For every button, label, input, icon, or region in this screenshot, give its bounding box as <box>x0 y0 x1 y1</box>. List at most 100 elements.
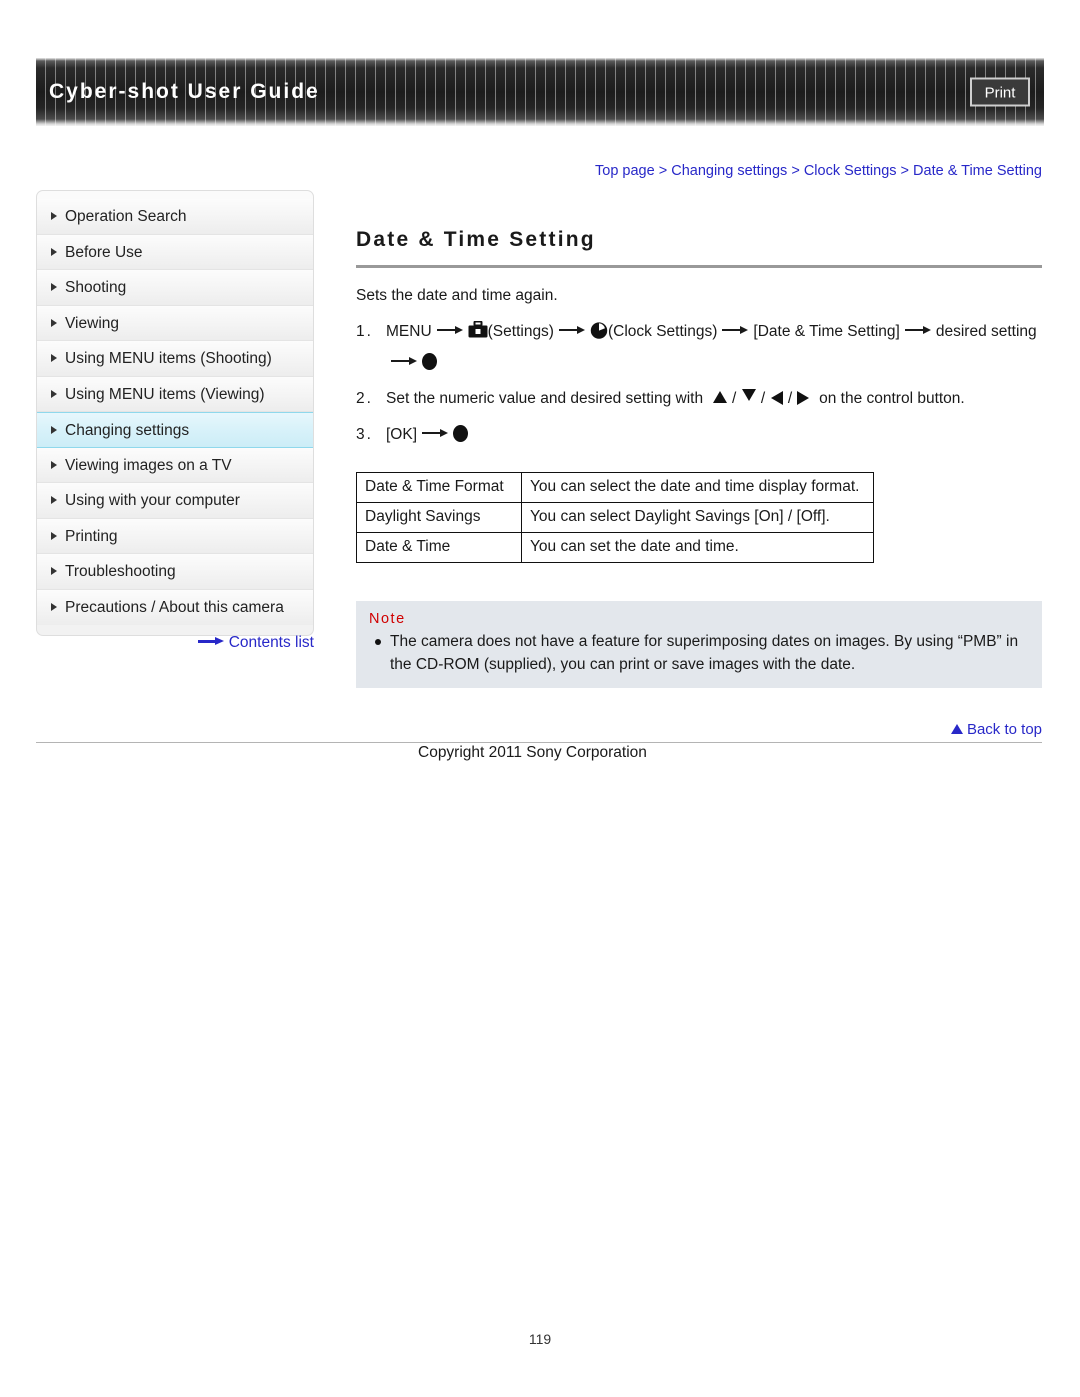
step-text: [Date & Time Setting] <box>753 323 900 340</box>
sidebar-item-viewing-images-on-a-tv[interactable]: Viewing images on a TV <box>37 447 313 483</box>
chevron-right-icon <box>51 567 57 576</box>
sidebar-item-troubleshooting[interactable]: Troubleshooting <box>37 554 313 590</box>
left-triangle-icon <box>770 391 783 405</box>
up-triangle-icon <box>712 391 727 403</box>
center-button-icon <box>453 425 469 442</box>
center-button-icon <box>422 353 437 370</box>
step-1: 1. MENU (Settings) (Clock Settings) [Date & … <box>356 318 1046 377</box>
chevron-right-icon <box>51 354 57 363</box>
arrow-right-icon <box>391 356 417 366</box>
chevron-right-icon <box>51 531 57 540</box>
sidebar-item-changing-settings[interactable]: Changing settings <box>37 412 313 448</box>
sidebar-nav: Operation Search Before Use Shooting Vie… <box>36 190 314 636</box>
arrow-right-icon <box>436 325 463 335</box>
copyright-text: Copyright 2011 Sony Corporation <box>418 744 647 761</box>
app-header-banner: Cyber-shot User Guide Print <box>36 58 1044 126</box>
arrow-right-icon <box>558 325 585 335</box>
step-text: desired setting <box>935 323 1037 340</box>
chevron-right-icon <box>51 247 57 256</box>
page-number: 119 <box>528 1331 552 1347</box>
step-number: 2. <box>356 390 373 407</box>
right-triangle-icon <box>797 391 810 405</box>
sidebar-item-label: Before Use <box>65 243 143 261</box>
sidebar-item-operation-search[interactable]: Operation Search <box>37 199 313 235</box>
sidebar-item-shooting[interactable]: Shooting <box>37 270 313 306</box>
clock-settings-icon <box>590 321 608 349</box>
arrow-right-icon <box>422 428 449 438</box>
print-button[interactable]: Print <box>970 77 1030 107</box>
note-list-item: The camera does not have a feature for s… <box>375 630 1026 676</box>
chevron-right-icon <box>51 603 57 612</box>
breadcrumb-item-date-time-setting[interactable]: Date & Time Setting <box>913 163 1042 179</box>
step-3: 3. [OK] <box>356 421 1046 449</box>
breadcrumb: Top page > Changing settings > Clock Set… <box>356 163 1042 179</box>
table-cell-value: You can select the date and time display… <box>521 472 874 503</box>
table-cell-value: You can set the date and time. <box>521 532 874 563</box>
contents-list-link[interactable]: Contents list <box>36 634 314 652</box>
sidebar-item-label: Using with your computer <box>65 492 240 509</box>
step-number: 3. <box>356 426 373 443</box>
arrow-right-icon <box>197 637 224 646</box>
table-row: Date & Time Format You can select the da… <box>356 472 874 503</box>
arrow-right-icon <box>722 325 749 335</box>
step-text: (Settings) <box>487 323 554 340</box>
steps-list: 1. MENU (Settings) (Clock Settings) [Date & … <box>356 318 1046 457</box>
step-text: MENU <box>386 323 432 340</box>
sidebar-item-viewing[interactable]: Viewing <box>37 305 313 341</box>
settings-table: Date & Time Format You can select the da… <box>356 472 874 563</box>
intro-text: Sets the date and time again. <box>356 287 558 304</box>
note-box: Note The camera does not have a feature … <box>356 601 1042 688</box>
sidebar-item-label: Using MENU items (Shooting) <box>65 350 272 367</box>
breadcrumb-item-clock-settings[interactable]: Clock Settings <box>804 163 897 179</box>
triangle-up-icon <box>950 724 963 734</box>
chevron-right-icon <box>51 283 57 292</box>
sidebar-item-label: Viewing images on a TV <box>65 456 232 474</box>
breadcrumb-separator: > <box>658 163 668 179</box>
sidebar-item-label: Changing settings <box>65 422 190 439</box>
down-triangle-icon <box>741 389 756 401</box>
page-title: Date & Time Setting <box>356 228 596 251</box>
contents-list-label: Contents list <box>228 634 314 651</box>
table-cell-key: Daylight Savings <box>356 502 522 533</box>
note-list: The camera does not have a feature for s… <box>356 630 1042 676</box>
sidebar-item-label: Operation Search <box>65 208 187 225</box>
title-divider <box>356 265 1042 268</box>
step-text: [OK] <box>386 426 418 443</box>
breadcrumb-item-changing-settings[interactable]: Changing settings <box>671 163 787 179</box>
table-cell-key: Date & Time <box>356 532 522 563</box>
note-heading: Note <box>369 611 406 627</box>
sidebar-item-label: Viewing <box>65 314 120 332</box>
step-number: 1. <box>356 323 373 340</box>
sidebar-item-label: Shooting <box>65 279 127 296</box>
chevron-right-icon <box>51 496 57 505</box>
step-text: Set the numeric value and desired settin… <box>386 390 704 407</box>
breadcrumb-item-top-page[interactable]: Top page <box>595 163 655 179</box>
sidebar-item-label: Troubleshooting <box>65 563 176 580</box>
sidebar-item-using-menu-items-shooting[interactable]: Using MENU items (Shooting) <box>37 341 313 377</box>
table-row: Daylight Savings You can select Daylight… <box>356 502 874 533</box>
breadcrumb-separator: > <box>900 163 910 179</box>
sidebar-item-using-with-your-computer[interactable]: Using with your computer <box>37 483 313 519</box>
chevron-right-icon <box>51 318 57 327</box>
sidebar-item-before-use[interactable]: Before Use <box>37 234 313 270</box>
back-to-top-link[interactable]: Back to top <box>760 721 1042 738</box>
sidebar-item-using-menu-items-viewing[interactable]: Using MENU items (Viewing) <box>37 376 313 412</box>
chevron-right-icon <box>51 425 57 434</box>
back-to-top-label: Back to top <box>966 721 1042 738</box>
table-cell-key: Date & Time Format <box>356 472 522 503</box>
sidebar-item-label: Precautions / About this camera <box>65 598 284 616</box>
arrow-right-icon <box>904 325 931 335</box>
chevron-right-icon <box>51 389 57 398</box>
step-text: (Clock Settings) <box>607 323 718 340</box>
sidebar-item-precautions-about-this-camera[interactable]: Precautions / About this camera <box>37 589 313 625</box>
sidebar-item-label: Printing <box>65 527 118 545</box>
sidebar-item-printing[interactable]: Printing <box>37 518 313 554</box>
toolbox-settings-icon <box>468 320 488 349</box>
footer-divider <box>36 742 1042 743</box>
chevron-right-icon <box>51 460 57 469</box>
table-row: Date & Time You can set the date and tim… <box>356 532 874 563</box>
sidebar-item-label: Using MENU items (Viewing) <box>65 385 265 403</box>
chevron-right-icon <box>51 212 57 221</box>
step-text: on the control button. <box>819 390 965 407</box>
table-cell-value: You can select Daylight Savings [On] / [… <box>521 502 874 533</box>
